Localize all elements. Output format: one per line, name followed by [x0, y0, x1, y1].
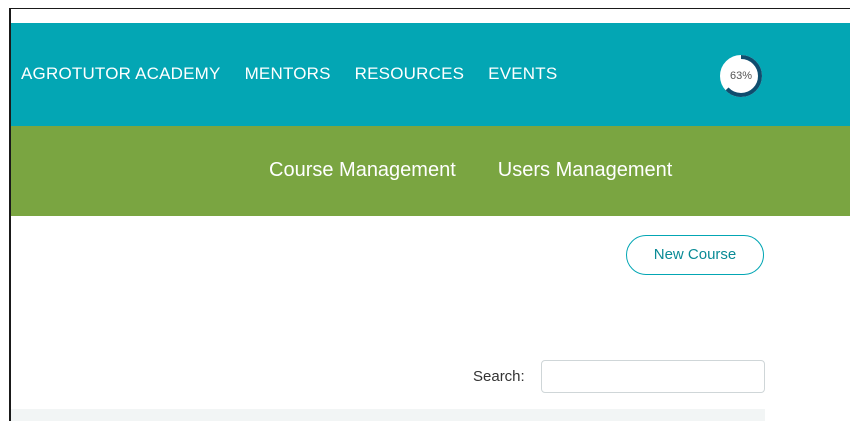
progress-ring-label: 63% [729, 70, 753, 82]
nav-item-users-management[interactable]: Users Management [498, 159, 673, 182]
page-frame: AGROTUTOR ACADEMY MENTORS RESOURCES EVEN… [0, 0, 850, 421]
nav-item-agrotutor-academy[interactable]: AGROTUTOR ACADEMY [21, 64, 221, 84]
search-input[interactable] [541, 360, 765, 393]
frame-border-top [9, 8, 850, 9]
top-navigation-bar: AGROTUTOR ACADEMY MENTORS RESOURCES EVEN… [11, 23, 850, 126]
nav-item-course-management[interactable]: Course Management [269, 159, 456, 182]
top-nav-links: AGROTUTOR ACADEMY MENTORS RESOURCES EVEN… [21, 64, 557, 84]
nav-item-mentors[interactable]: MENTORS [245, 64, 331, 84]
table-header-row [11, 409, 765, 421]
management-nav-links: Course Management Users Management [269, 159, 672, 182]
progress-ring-indicator[interactable]: 63% [718, 53, 764, 99]
nav-item-events[interactable]: EVENTS [488, 64, 557, 84]
new-course-button[interactable]: New Course [626, 235, 764, 275]
search-label: Search: [473, 368, 525, 385]
management-navigation-bar: Course Management Users Management [11, 126, 850, 216]
nav-item-resources[interactable]: RESOURCES [355, 64, 465, 84]
